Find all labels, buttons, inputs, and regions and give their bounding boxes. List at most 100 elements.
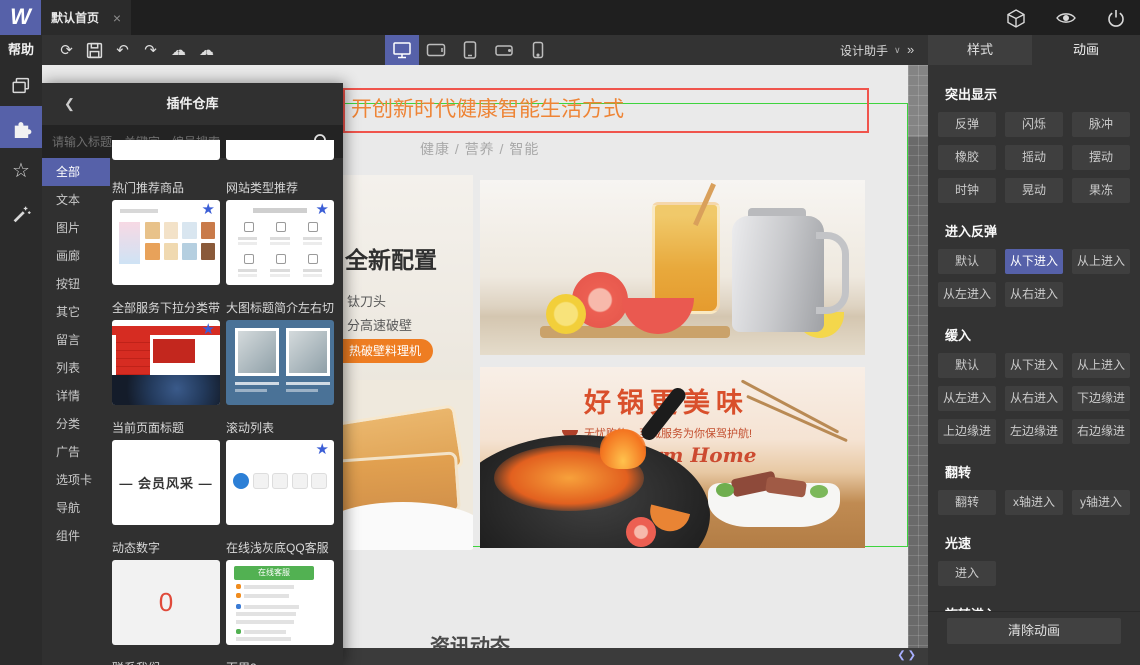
website-builder-app: 开创新时代健康智能生活方式 健康 / 营养 / 智能 全新配置 钛刀头 分高速破… [0, 0, 1140, 665]
category-item[interactable]: 导航 [42, 494, 110, 522]
plugin-grid-wrap[interactable]: 热门推荐商品 ★ 网站类型推荐 ★ 全部服务下拉分类带... ★ 大图标题简介左右切... 当… [110, 83, 343, 665]
sidebar-item-pages[interactable] [0, 65, 42, 106]
power-icon[interactable] [1106, 8, 1126, 28]
plugin-thumb-partial[interactable] [226, 140, 334, 160]
design-assistant-dropdown[interactable]: 设计助手 ∨ [840, 35, 901, 65]
animation-button[interactable]: 默认 [938, 249, 996, 274]
category-item[interactable]: 全部 [42, 158, 110, 186]
animation-button[interactable]: 从下进入 [1005, 249, 1063, 274]
plugin-thumbnail: ★ [112, 200, 220, 285]
animation-button[interactable]: 反弹 [938, 112, 996, 137]
plugin-thumbnail: ★ [226, 440, 334, 525]
device-tablet-portrait-icon[interactable] [453, 35, 487, 65]
animation-button[interactable]: 从右进入 [1005, 386, 1063, 411]
animation-button[interactable]: x轴进入 [1005, 490, 1063, 515]
animation-button[interactable]: 从右进入 [1005, 282, 1063, 307]
animation-button[interactable]: 从左进入 [938, 386, 996, 411]
animation-button[interactable]: 闪烁 [1005, 112, 1063, 137]
cloud-upload-icon[interactable]: ☁ ↑ [168, 39, 189, 61]
tab-animation[interactable]: 动画 [1032, 35, 1140, 65]
category-item[interactable]: 文本 [42, 186, 110, 214]
animation-button[interactable]: 摇动 [1005, 145, 1063, 170]
animation-button[interactable]: 从左进入 [938, 282, 996, 307]
device-preview-switcher [385, 35, 555, 65]
clear-animation-button[interactable]: 清除动画 [947, 618, 1121, 644]
tab-close-icon[interactable]: × [113, 11, 121, 25]
plugin-thumbnail: 0 [112, 560, 220, 645]
toast-photo [343, 380, 473, 550]
plugin-card[interactable]: 当前页面标题 — 会员风采 — [112, 421, 220, 525]
animation-button[interactable]: 脉冲 [1072, 112, 1130, 137]
category-item[interactable]: 选项卡 [42, 466, 110, 494]
sidebar-item-magic[interactable] [0, 192, 42, 236]
animation-button[interactable]: 右边缘进 [1072, 419, 1130, 444]
category-item[interactable]: 图片 [42, 214, 110, 242]
sidebar-item-favorites[interactable]: ☆ [0, 148, 42, 192]
plugin-card[interactable]: 页眉2 [226, 661, 334, 665]
category-item[interactable]: 按钮 [42, 270, 110, 298]
animation-button[interactable]: 下边缘进 [1072, 386, 1130, 411]
category-item[interactable]: 组件 [42, 522, 110, 550]
animation-button-grid: 反弹 闪烁 脉冲橡胶 摇动 摆动时钟 晃动 果冻 [928, 112, 1140, 203]
selected-element-outline[interactable]: 开创新时代健康智能生活方式 [343, 88, 869, 133]
animation-button[interactable]: 晃动 [1005, 178, 1063, 203]
section-title: 缓入 [945, 328, 972, 343]
animation-button[interactable]: y轴进入 [1072, 490, 1130, 515]
category-item[interactable]: 广告 [42, 438, 110, 466]
category-item[interactable]: 分类 [42, 410, 110, 438]
promo-banner[interactable]: 全新配置 钛刀头 分高速破壁 热破壁料理机 [343, 175, 473, 550]
animation-button[interactable]: 默认 [938, 353, 996, 378]
juice-kettle-photo[interactable] [480, 180, 865, 355]
wok-banner[interactable]: 好锅更美味 无忧购物，至诚服务为你保驾护航! Warm Home [480, 367, 865, 548]
components-cube-icon[interactable] [1006, 8, 1026, 28]
plugin-card[interactable]: 大图标题简介左右切... [226, 301, 334, 405]
animation-button[interactable]: 时钟 [938, 178, 996, 203]
toolbar-more-icon[interactable]: » [907, 35, 914, 65]
animation-button[interactable]: 从上进入 [1072, 249, 1130, 274]
plugin-card[interactable]: 滚动列表 ★ [226, 421, 334, 525]
redo-icon[interactable]: ↷ [140, 39, 161, 61]
undo-icon[interactable]: ↶ [112, 39, 133, 61]
code-view-icon[interactable]: ❮❯ [897, 648, 918, 665]
animation-button[interactable]: 橡胶 [938, 145, 996, 170]
plugin-card-label: 在线浅灰底QQ客服 [226, 541, 329, 555]
category-item[interactable]: 列表 [42, 354, 110, 382]
plugin-thumb-partial[interactable] [112, 140, 220, 160]
sidebar-item-plugins[interactable] [0, 106, 42, 148]
device-desktop-icon[interactable] [385, 35, 419, 65]
back-icon[interactable]: ❮ [64, 83, 75, 125]
animation-button[interactable]: 翻转 [938, 490, 996, 515]
plugin-card[interactable]: 热门推荐商品 ★ [112, 181, 220, 285]
device-phone-portrait-icon[interactable] [521, 35, 555, 65]
category-item[interactable]: 详情 [42, 382, 110, 410]
canvas-scrollbar[interactable] [908, 65, 928, 648]
animation-button[interactable]: 从下进入 [1005, 353, 1063, 378]
plugin-card[interactable]: 动态数字 0 [112, 541, 220, 645]
preview-eye-icon[interactable] [1056, 8, 1076, 28]
page-tab[interactable]: 默认首页 × [41, 0, 131, 35]
category-item[interactable]: 留言 [42, 326, 110, 354]
save-icon[interactable] [84, 39, 105, 61]
refresh-icon[interactable]: ⟳ [56, 39, 77, 61]
device-tablet-landscape-icon[interactable] [419, 35, 453, 65]
animation-button[interactable]: 进入 [938, 561, 996, 586]
plugin-card[interactable]: 联系我们 [112, 661, 220, 665]
plugin-card[interactable]: 在线浅灰底QQ客服 在线客服 [226, 541, 334, 645]
scrollbar-thumb[interactable] [908, 65, 928, 137]
category-item[interactable]: 其它 [42, 298, 110, 326]
plugin-card[interactable]: 全部服务下拉分类带... ★ [112, 301, 220, 405]
tab-style[interactable]: 样式 [928, 35, 1032, 65]
category-item[interactable]: 画廊 [42, 242, 110, 270]
plugin-card[interactable]: 网站类型推荐 ★ [226, 181, 334, 285]
device-phone-landscape-icon[interactable] [487, 35, 521, 65]
animation-sections: 突出显示 反弹 闪烁 脉冲 橡胶 摇动 摆动 时钟 晃动 果冻 进入反弹 默认 从下进入 从上进入 从左进入… [928, 84, 1140, 623]
animation-button[interactable]: 摆动 [1072, 145, 1130, 170]
app-logo[interactable]: W [0, 0, 41, 35]
help-button[interactable]: 帮助 [0, 35, 42, 65]
animation-button[interactable]: 上边缘进 [938, 419, 996, 444]
animation-button[interactable]: 左边缘进 [1005, 419, 1063, 444]
animation-button[interactable]: 果冻 [1072, 178, 1130, 203]
cloud-download-icon[interactable]: ☁ ↓ [196, 39, 217, 61]
plugin-card-label: 全部服务下拉分类带... [112, 301, 220, 315]
animation-button[interactable]: 从上进入 [1072, 353, 1130, 378]
